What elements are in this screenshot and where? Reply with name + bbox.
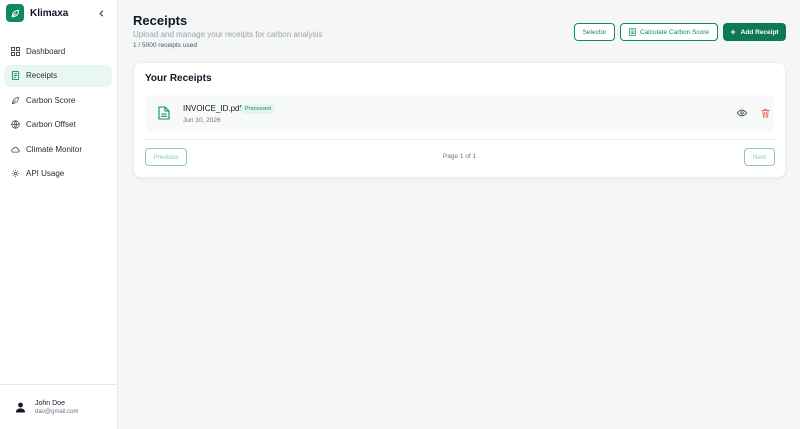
globe-icon bbox=[11, 120, 20, 129]
sidebar-item-carbon-score[interactable]: Carbon Score bbox=[4, 89, 112, 111]
selector-button[interactable]: Selector bbox=[574, 23, 615, 41]
brand[interactable]: Klimaxa bbox=[6, 4, 68, 22]
receipt-date: Jun 10, 2026 bbox=[183, 117, 221, 124]
document-icon bbox=[156, 105, 172, 121]
divider bbox=[145, 139, 775, 140]
eye-icon[interactable] bbox=[737, 108, 747, 118]
calculate-carbon-score-button[interactable]: Calculate Carbon Score bbox=[620, 23, 718, 41]
cloud-icon bbox=[11, 145, 20, 154]
page-info: Page 1 of 1 bbox=[442, 153, 477, 160]
user-name: John Doe bbox=[35, 399, 65, 407]
receipt-row[interactable]: INVOICE_ID.pdf Processed Jun 10, 2026 bbox=[146, 95, 774, 131]
page-subtitle: Upload and manage your receipts for carb… bbox=[133, 30, 323, 39]
sidebar-nav: Dashboard Receipts Carbon Score Carbon O… bbox=[4, 40, 112, 187]
sidebar-item-label: Dashboard bbox=[26, 46, 66, 56]
receipt-icon bbox=[11, 71, 20, 80]
sidebar-item-climate-monitor[interactable]: Climate Monitor bbox=[4, 138, 112, 160]
status-badge: Processed bbox=[240, 104, 276, 114]
sidebar-item-label: Carbon Offset bbox=[26, 120, 76, 129]
sidebar: Klimaxa Dashboard Receipts Carbon Score bbox=[0, 0, 118, 429]
collapse-sidebar-button[interactable] bbox=[94, 6, 108, 20]
user-email: dao@gmail.com bbox=[35, 408, 79, 415]
sidebar-item-label: Carbon Score bbox=[26, 95, 76, 105]
sidebar-item-api-usage[interactable]: API Usage bbox=[4, 163, 112, 185]
page-title: Receipts bbox=[133, 13, 188, 28]
calculate-label: Calculate Carbon Score bbox=[639, 28, 709, 36]
next-page-button[interactable]: Next bbox=[744, 148, 775, 166]
plus-icon: + bbox=[730, 26, 736, 37]
next-label: Next bbox=[752, 153, 767, 161]
leaf-icon bbox=[11, 96, 20, 105]
sidebar-item-label: API Usage bbox=[26, 169, 65, 178]
trash-icon[interactable] bbox=[761, 108, 771, 118]
add-receipt-label: Add Receipt bbox=[740, 28, 779, 36]
card-title: Your Receipts bbox=[145, 73, 212, 84]
gear-icon bbox=[11, 169, 20, 178]
sidebar-item-label: Receipts bbox=[26, 71, 58, 80]
calculator-icon bbox=[629, 28, 636, 36]
user-profile[interactable]: John Doe dao@gmail.com bbox=[0, 384, 117, 429]
selector-label: Selector bbox=[582, 28, 607, 36]
sidebar-item-receipts[interactable]: Receipts bbox=[4, 64, 112, 87]
sidebar-item-dashboard[interactable]: Dashboard bbox=[4, 40, 112, 62]
add-receipt-button[interactable]: + Add Receipt bbox=[723, 23, 786, 41]
grid-icon bbox=[11, 46, 20, 56]
sidebar-item-carbon-offset[interactable]: Carbon Offset bbox=[4, 114, 112, 136]
receipt-usage: 1 / 5000 receipts used bbox=[133, 42, 197, 49]
sidebar-item-label: Climate Monitor bbox=[26, 144, 83, 154]
user-avatar-icon bbox=[14, 401, 26, 413]
receipt-filename: INVOICE_ID.pdf bbox=[183, 104, 242, 113]
chevron-left-icon bbox=[99, 9, 103, 17]
receipts-card: Your Receipts INVOICE_ID.pdf Processed J… bbox=[133, 62, 786, 178]
leaf-logo-icon bbox=[6, 4, 24, 22]
app-name: Klimaxa bbox=[30, 7, 69, 19]
